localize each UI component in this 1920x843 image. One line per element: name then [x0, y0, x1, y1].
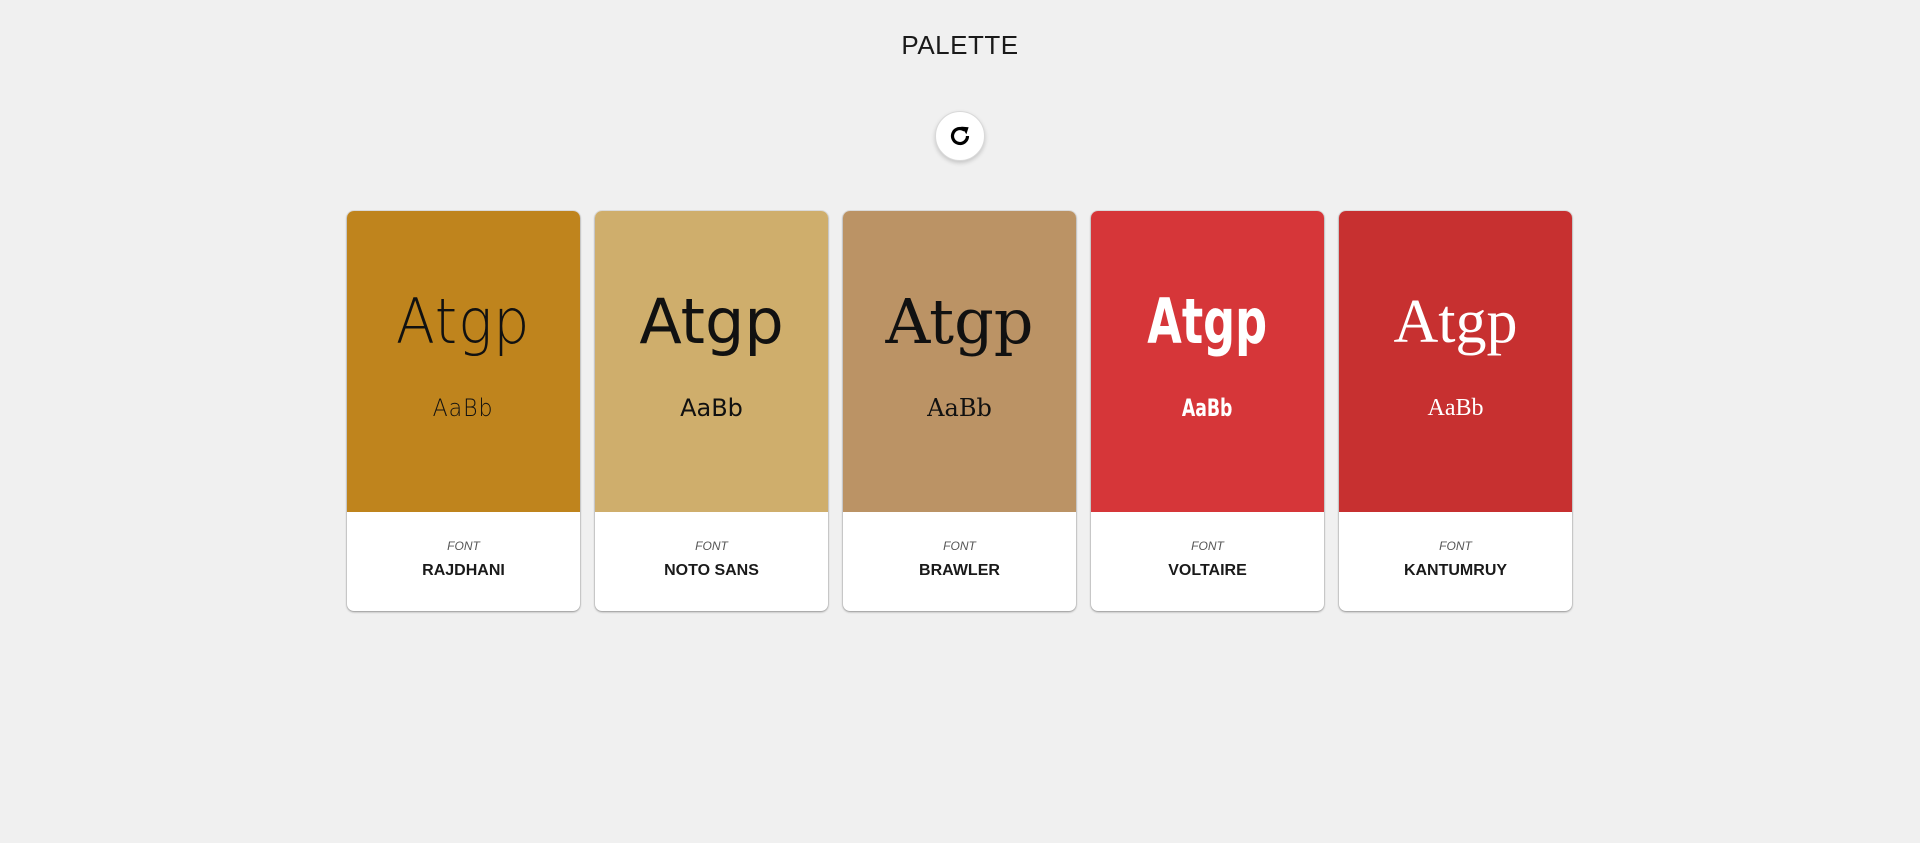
color-swatch: Atgp AaBb	[1339, 211, 1572, 512]
sample-small-text: AaBb	[433, 394, 494, 422]
font-info: FONT BRAWLER	[843, 512, 1076, 611]
sample-large-text: Atgp	[885, 285, 1034, 358]
color-swatch: Atgp AaBb	[843, 211, 1076, 512]
font-label: FONT	[447, 539, 480, 553]
sample-small-text: AaBb	[927, 394, 992, 422]
font-info: FONT VOLTAIRE	[1091, 512, 1324, 611]
font-name: BRAWLER	[919, 562, 1000, 579]
font-name: VOLTAIRE	[1168, 562, 1247, 579]
color-swatch: Atgp AaBb	[347, 211, 580, 512]
sample-large-text: Atgp	[1393, 288, 1518, 356]
sample-large-text: Atgp	[396, 285, 531, 358]
sample-small-text: AaBb	[680, 394, 743, 422]
font-info: FONT KANTUMRUY	[1339, 512, 1572, 611]
font-name: NOTO SANS	[664, 562, 759, 579]
sample-large-text: Atgp	[639, 285, 784, 358]
page: PALETTE Atgp AaBb FONT RAJDHANI Atgp AaB…	[0, 0, 1920, 843]
font-info: FONT NOTO SANS	[595, 512, 828, 611]
sample-small-text: AaBb	[1182, 394, 1233, 422]
font-card-kantumruy[interactable]: Atgp AaBb FONT KANTUMRUY	[1339, 211, 1572, 611]
font-card-voltaire[interactable]: Atgp AaBb FONT VOLTAIRE	[1091, 211, 1324, 611]
color-swatch: Atgp AaBb	[595, 211, 828, 512]
font-label: FONT	[1191, 539, 1224, 553]
refresh-icon	[946, 122, 974, 150]
font-label: FONT	[695, 539, 728, 553]
refresh-button[interactable]	[935, 111, 985, 161]
font-name: RAJDHANI	[422, 562, 505, 579]
font-label: FONT	[943, 539, 976, 553]
font-label: FONT	[1439, 539, 1472, 553]
font-info: FONT RAJDHANI	[347, 512, 580, 611]
font-card-rajdhani[interactable]: Atgp AaBb FONT RAJDHANI	[347, 211, 580, 611]
color-swatch: Atgp AaBb	[1091, 211, 1324, 512]
font-card-brawler[interactable]: Atgp AaBb FONT BRAWLER	[843, 211, 1076, 611]
font-card-noto-sans[interactable]: Atgp AaBb FONT NOTO SANS	[595, 211, 828, 611]
font-name: KANTUMRUY	[1403, 562, 1508, 579]
sample-large-text: Atgp	[1147, 285, 1268, 358]
page-title: PALETTE	[901, 30, 1019, 60]
font-card-list: Atgp AaBb FONT RAJDHANI Atgp AaBb FONT N…	[347, 211, 1573, 611]
sample-small-text: AaBb	[1427, 395, 1484, 421]
